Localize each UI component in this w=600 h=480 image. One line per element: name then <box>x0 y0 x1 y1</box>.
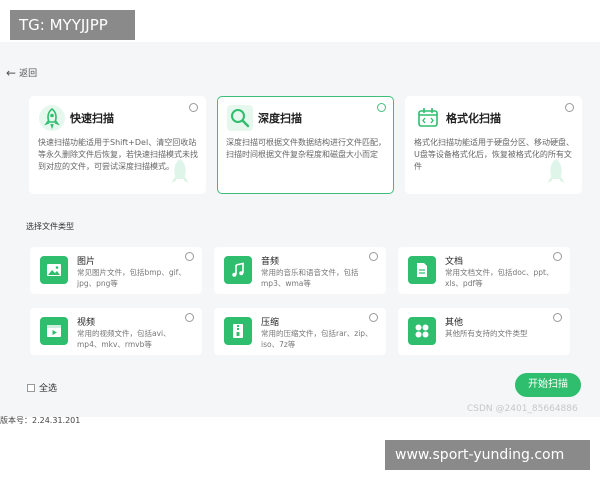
image-icon <box>40 256 68 284</box>
deep-scan-title: 深度扫描 <box>258 112 302 125</box>
quick-scan-card[interactable]: 快速扫描 快速扫描功能适用于Shift+Del、清空回收站等永久删除文件后恢复，… <box>29 96 206 194</box>
quick-scan-title: 快速扫描 <box>70 112 114 125</box>
top-watermark-badge: TG: MYYJJPP <box>10 10 135 40</box>
file-type-section-title: 选择文件类型 <box>26 222 74 231</box>
deep-scan-card[interactable]: 深度扫描 深度扫描可根据文件数据结构进行文件匹配，扫描时间根据文件复杂程度和磁盘… <box>217 96 394 194</box>
document-icon <box>408 256 436 284</box>
file-type-archive-title: 压缩 <box>261 318 280 328</box>
file-type-video-radio[interactable] <box>185 313 194 322</box>
file-type-document-card[interactable]: 文档 常用文档文件，包括doc、ppt、xls、pdf等 <box>398 247 570 294</box>
checkbox-box[interactable] <box>27 383 35 392</box>
back-button[interactable]: ← 返回 <box>6 65 38 80</box>
magnifier-icon <box>227 105 253 131</box>
file-type-image-desc: 常见图片文件，包括bmp、gif、jpg、png等 <box>77 268 186 288</box>
quick-scan-radio[interactable] <box>189 103 198 112</box>
grid-icon <box>408 317 436 345</box>
deep-scan-desc: 深度扫描可根据文件数据结构进行文件匹配，扫描时间根据文件复杂程度和磁盘大小而定 <box>226 138 386 159</box>
rocket-watermark-icon <box>171 159 189 183</box>
file-type-video-card[interactable]: 视频 常用的视频文件，包括avi、mp4、mkv、rmvb等 <box>30 308 202 355</box>
format-scan-card[interactable]: 格式化扫描 格式化扫描功能适用于硬盘分区、移动硬盘、U盘等设备格式化后，恢复被格… <box>405 96 582 194</box>
version-text: 版本号：2.24.31.201 <box>0 416 81 425</box>
file-type-other-card[interactable]: 其他 其他所有支持的文件类型 <box>398 308 570 355</box>
format-disk-icon <box>418 108 438 127</box>
file-type-archive-card[interactable]: 压缩 常用的压缩文件，包括rar、zip、iso、7z等 <box>214 308 386 355</box>
video-icon <box>40 317 68 345</box>
file-type-document-radio[interactable] <box>553 252 562 261</box>
rocket-icon <box>39 105 65 131</box>
file-type-document-title: 文档 <box>445 257 464 267</box>
start-scan-button[interactable]: 开始扫描 <box>515 373 581 397</box>
format-scan-title: 格式化扫描 <box>446 112 501 125</box>
file-type-video-title: 视频 <box>77 318 96 328</box>
file-type-other-title: 其他 <box>445 318 464 328</box>
back-label: 返回 <box>19 69 38 79</box>
file-type-archive-desc: 常用的压缩文件，包括rar、zip、iso、7z等 <box>261 329 373 349</box>
file-type-audio-card[interactable]: 音频 常用的音乐和语音文件，包括mp3、wma等 <box>214 247 386 294</box>
file-type-image-title: 图片 <box>77 257 96 267</box>
rocket-watermark-icon <box>547 159 565 183</box>
deep-scan-radio[interactable] <box>377 103 386 112</box>
file-type-other-radio[interactable] <box>553 313 562 322</box>
file-type-other-desc: 其他所有支持的文件类型 <box>445 329 528 338</box>
file-type-video-desc: 常用的视频文件，包括avi、mp4、mkv、rmvb等 <box>77 329 171 349</box>
music-icon <box>224 256 252 284</box>
file-type-audio-radio[interactable] <box>369 252 378 261</box>
url-watermark-badge: www.sport-yunding.com <box>385 440 590 470</box>
select-all-label: 全选 <box>39 384 58 394</box>
file-type-archive-radio[interactable] <box>369 313 378 322</box>
file-type-audio-title: 音频 <box>261 257 280 267</box>
file-type-image-card[interactable]: 图片 常见图片文件，包括bmp、gif、jpg、png等 <box>30 247 202 294</box>
file-type-document-desc: 常用文档文件，包括doc、ppt、xls、pdf等 <box>445 268 554 288</box>
format-scan-radio[interactable] <box>565 103 574 112</box>
select-all-checkbox[interactable]: 全选 <box>27 381 57 394</box>
file-type-image-radio[interactable] <box>185 252 194 261</box>
archive-icon <box>224 317 252 345</box>
file-type-audio-desc: 常用的音乐和语音文件，包括mp3、wma等 <box>261 268 359 288</box>
back-arrow-icon: ← <box>6 65 17 80</box>
csdn-watermark: CSDN @2401_85664886 <box>467 404 578 414</box>
